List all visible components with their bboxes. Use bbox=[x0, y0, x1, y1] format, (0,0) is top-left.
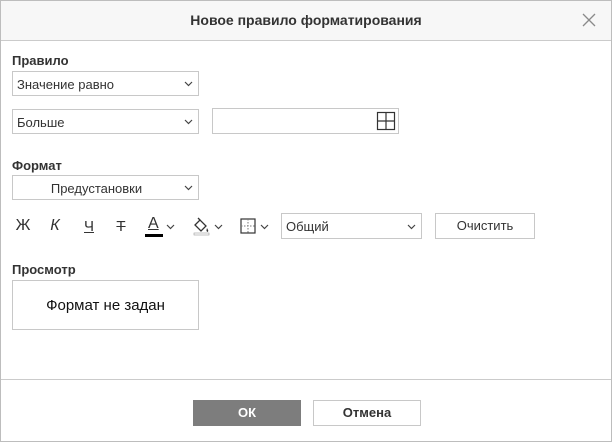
italic-button[interactable]: К bbox=[43, 213, 67, 239]
condition-select-value: Значение равно bbox=[17, 77, 115, 92]
number-format-value: Общий bbox=[286, 219, 329, 234]
fill-color-button[interactable] bbox=[189, 213, 225, 239]
italic-label: К bbox=[50, 217, 60, 234]
preview-section-label: Просмотр bbox=[12, 262, 76, 277]
operator-select[interactable]: Больше bbox=[12, 109, 199, 134]
borders-icon bbox=[240, 218, 256, 234]
strikethrough-button[interactable]: Т bbox=[109, 213, 133, 239]
borders-button[interactable] bbox=[236, 213, 272, 239]
strikethrough-label: Т bbox=[116, 217, 126, 235]
dialog-title: Новое правило форматирования bbox=[190, 12, 422, 28]
chevron-down-icon bbox=[184, 185, 193, 191]
underline-label: Ч bbox=[84, 217, 94, 235]
font-color-swatch bbox=[145, 234, 163, 237]
chevron-down-icon bbox=[214, 224, 223, 229]
cancel-button[interactable]: Отмена bbox=[313, 400, 421, 426]
font-color-label: А bbox=[148, 215, 159, 232]
operator-select-value: Больше bbox=[17, 115, 65, 130]
rule-section-label: Правило bbox=[12, 53, 69, 68]
value-field bbox=[212, 108, 399, 134]
chevron-down-icon bbox=[407, 224, 416, 230]
paint-bucket-icon bbox=[193, 217, 210, 236]
presets-select-value: Предустановки bbox=[50, 181, 143, 196]
chevron-down-icon bbox=[166, 224, 175, 229]
preview-box: Формат не задан bbox=[12, 280, 199, 330]
condition-select[interactable]: Значение равно bbox=[12, 71, 199, 96]
footer-divider bbox=[1, 379, 611, 380]
clear-button[interactable]: Очистить bbox=[435, 213, 535, 239]
font-color-icon: А bbox=[145, 215, 163, 237]
chevron-down-icon bbox=[260, 224, 269, 229]
bold-label: Ж bbox=[15, 217, 31, 234]
ok-button[interactable]: ОК bbox=[193, 400, 301, 426]
conditional-format-dialog: Новое правило форматирования Правило Зна… bbox=[0, 0, 612, 442]
chevron-down-icon bbox=[184, 81, 193, 87]
range-grid-icon[interactable] bbox=[376, 111, 396, 131]
value-input[interactable] bbox=[215, 111, 369, 131]
underline-button[interactable]: Ч bbox=[77, 213, 101, 239]
close-icon[interactable] bbox=[581, 12, 597, 28]
chevron-down-icon bbox=[184, 119, 193, 125]
preview-text: Формат не задан bbox=[46, 297, 165, 314]
presets-select[interactable]: Предустановки bbox=[12, 175, 199, 200]
format-section-label: Формат bbox=[12, 158, 62, 173]
dialog-titlebar: Новое правило форматирования bbox=[1, 1, 611, 41]
font-color-button[interactable]: А bbox=[142, 213, 178, 239]
number-format-select[interactable]: Общий bbox=[281, 213, 422, 239]
bold-button[interactable]: Ж bbox=[11, 213, 35, 239]
